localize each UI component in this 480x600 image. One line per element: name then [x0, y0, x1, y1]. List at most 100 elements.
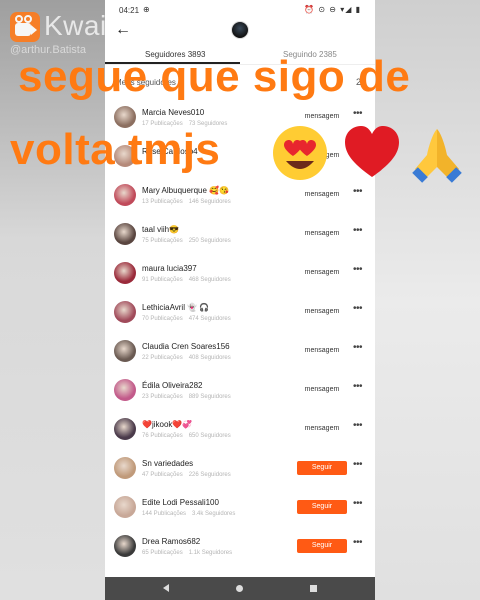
- status-bar: 04:21 ⊕ ⏰ ⊙ ⊖ ▾◢ ▮: [105, 0, 375, 20]
- follower-name[interactable]: Mary Albuquerque 🥰😘: [142, 186, 229, 195]
- message-button[interactable]: mensagem: [297, 110, 347, 124]
- nav-recent-icon[interactable]: [310, 585, 317, 592]
- avatar[interactable]: [114, 457, 136, 479]
- follower-name[interactable]: Marcia Neves010: [142, 108, 204, 117]
- follower-posts: 76 Publicações: [142, 433, 183, 439]
- follow-button[interactable]: Seguir: [297, 539, 347, 553]
- status-notification-icon: ⊕: [143, 5, 150, 14]
- more-options-icon[interactable]: •••: [353, 108, 363, 119]
- follower-row[interactable]: Édila Oliveira282 23 Publicações 889 Segui…: [105, 372, 375, 411]
- follower-posts: 47 Publicações: [142, 472, 183, 478]
- follower-count: 408 Seguidores: [188, 355, 231, 361]
- follow-button[interactable]: Seguir: [297, 461, 347, 475]
- follower-stats: 70 Publicações 474 Seguidores: [142, 316, 231, 322]
- follower-stats: 91 Publicações 468 Seguidores: [142, 277, 231, 283]
- message-button[interactable]: mensagem: [297, 422, 347, 436]
- follower-name[interactable]: Claudia Cren Soares156: [142, 342, 230, 351]
- avatar[interactable]: [114, 418, 136, 440]
- more-options-icon[interactable]: •••: [353, 303, 363, 314]
- arrow-left-icon[interactable]: ←: [115, 22, 131, 38]
- follower-count: 468 Seguidores: [188, 277, 231, 283]
- follower-row[interactable]: Drea Ramos682 65 Publicações 1.1k Seguidor…: [105, 528, 375, 567]
- follower-count: 474 Seguidores: [188, 316, 231, 322]
- follower-stats: 23 Publicações 889 Seguidores: [142, 394, 231, 400]
- follower-row[interactable]: taal viih😎 75 Publicações 250 Seguidores me…: [105, 216, 375, 255]
- follower-row[interactable]: Claudia Cren Soares156 22 Publicações 408 …: [105, 333, 375, 372]
- nav-home-icon[interactable]: [236, 585, 243, 592]
- follower-count: 650 Seguidores: [188, 433, 231, 439]
- follower-stats: 76 Publicações 650 Seguidores: [142, 433, 231, 439]
- follower-posts: 23 Publicações: [142, 394, 183, 400]
- follower-stats: 144 Publicações 3.4k Seguidores: [142, 511, 235, 517]
- caption-line-2: volta tmjs: [10, 125, 221, 174]
- more-options-icon[interactable]: •••: [353, 498, 363, 509]
- avatar[interactable]: [114, 379, 136, 401]
- avatar[interactable]: [114, 535, 136, 557]
- more-options-icon[interactable]: •••: [353, 342, 363, 353]
- more-options-icon[interactable]: •••: [353, 459, 363, 470]
- message-button[interactable]: mensagem: [297, 383, 347, 397]
- red-heart-icon: [345, 126, 399, 177]
- kwai-watermark-text: Kwai: [44, 10, 107, 41]
- avatar[interactable]: [114, 340, 136, 362]
- follower-count: 250 Seguidores: [188, 238, 231, 244]
- follower-stats: 65 Publicações 1.1k Seguidores: [142, 550, 232, 556]
- more-options-icon[interactable]: •••: [353, 186, 363, 197]
- message-button[interactable]: mensagem: [297, 188, 347, 202]
- follower-name[interactable]: LethiciaAvril 👻 🎧: [142, 303, 209, 312]
- follower-posts: 70 Publicações: [142, 316, 183, 322]
- follower-count: 146 Seguidores: [188, 199, 231, 205]
- caption-line-1: segue que sigo de: [18, 52, 411, 101]
- nav-back-icon[interactable]: [163, 584, 169, 592]
- message-button[interactable]: mensagem: [297, 344, 347, 358]
- more-options-icon[interactable]: •••: [353, 381, 363, 392]
- follower-row[interactable]: ❤️jikook❤️💞 76 Publicações 650 Seguidores m…: [105, 411, 375, 450]
- kwai-logo-icon: [10, 12, 40, 42]
- status-system-icons: ⏰ ⊙ ⊖ ▾◢ ▮: [304, 5, 361, 14]
- message-button[interactable]: mensagem: [297, 227, 347, 241]
- follower-stats: 22 Publicações 408 Seguidores: [142, 355, 231, 361]
- follower-posts: 13 Publicações: [142, 199, 183, 205]
- follower-count: 1.1k Seguidores: [188, 550, 233, 556]
- follower-stats: 75 Publicações 250 Seguidores: [142, 238, 231, 244]
- message-button[interactable]: mensagem: [297, 266, 347, 280]
- avatar[interactable]: [114, 301, 136, 323]
- follower-count: 3.4k Seguidores: [192, 511, 236, 517]
- more-options-icon[interactable]: •••: [353, 225, 363, 236]
- follower-count: 889 Seguidores: [188, 394, 231, 400]
- follower-row[interactable]: Edite Lodi Pessali100 144 Publicações 3.4k…: [105, 489, 375, 528]
- follower-posts: 144 Publicações: [142, 511, 187, 517]
- heart-eyes-emoji-icon: [273, 126, 327, 180]
- avatar[interactable]: [114, 262, 136, 284]
- more-options-icon[interactable]: •••: [353, 537, 363, 548]
- follower-name[interactable]: taal viih😎: [142, 225, 179, 234]
- follower-row[interactable]: LethiciaAvril 👻 🎧 70 Publicações 474 Segui…: [105, 294, 375, 333]
- avatar[interactable]: [114, 184, 136, 206]
- more-options-icon[interactable]: •••: [353, 264, 363, 275]
- avatar[interactable]: [114, 223, 136, 245]
- follower-posts: 91 Publicações: [142, 277, 183, 283]
- android-nav-bar: [105, 577, 375, 600]
- follower-stats: 47 Publicações 226 Seguidores: [142, 472, 231, 478]
- top-bar: ←: [105, 20, 375, 44]
- follower-name[interactable]: ❤️jikook❤️💞: [142, 420, 192, 429]
- follower-row[interactable]: Mary Albuquerque 🥰😘 13 Publicações 146 Seg…: [105, 177, 375, 216]
- follower-count: 226 Seguidores: [188, 472, 231, 478]
- follower-posts: 65 Publicações: [142, 550, 183, 556]
- follower-name[interactable]: Edite Lodi Pessali100: [142, 498, 219, 507]
- follower-row[interactable]: maura lucia397 91 Publicações 468 Seguidor…: [105, 255, 375, 294]
- follower-name[interactable]: Édila Oliveira282: [142, 381, 202, 390]
- avatar[interactable]: [114, 496, 136, 518]
- follower-posts: 75 Publicações: [142, 238, 183, 244]
- more-options-icon[interactable]: •••: [353, 420, 363, 431]
- follower-name[interactable]: maura lucia397: [142, 264, 197, 273]
- status-time: 04:21: [119, 6, 140, 15]
- message-button[interactable]: mensagem: [297, 305, 347, 319]
- follow-button[interactable]: Seguir: [297, 500, 347, 514]
- follower-name[interactable]: Sn variedades: [142, 459, 193, 468]
- follower-row[interactable]: Sn variedades 47 Publicações 226 Seguidore…: [105, 450, 375, 489]
- follower-posts: 22 Publicações: [142, 355, 183, 361]
- follower-name[interactable]: Drea Ramos682: [142, 537, 200, 546]
- profile-avatar[interactable]: [231, 21, 249, 39]
- follower-stats: 13 Publicações 146 Seguidores: [142, 199, 231, 205]
